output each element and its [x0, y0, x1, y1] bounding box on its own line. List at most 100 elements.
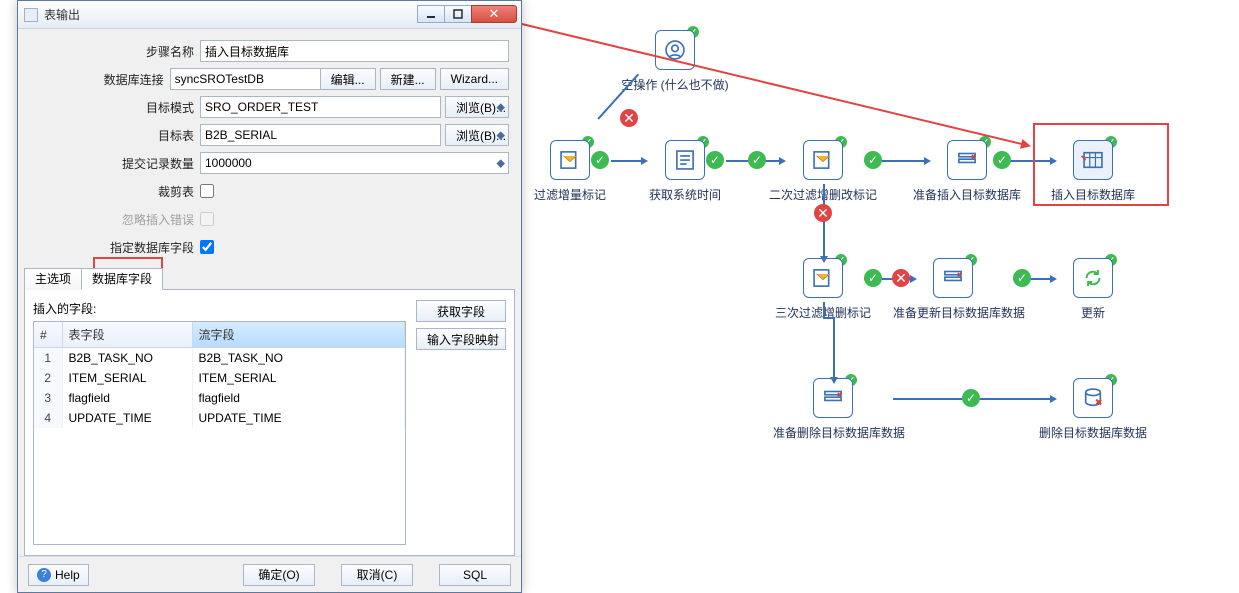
table-row[interactable]: 4UPDATE_TIMEUPDATE_TIME: [34, 408, 405, 428]
hop-ok-icon: ✓: [1013, 269, 1031, 287]
dialog-table-output: 表输出 ✕ 步骤名称 数据库连接 ▼ 编辑... 新建... Wizard...: [17, 0, 522, 593]
row-num: 2: [34, 368, 62, 388]
hop-ok-icon: ✓: [864, 151, 882, 169]
filter-icon: [550, 140, 590, 180]
script-icon: [665, 140, 705, 180]
arrow-right-icon: [910, 275, 917, 283]
cancel-button[interactable]: 取消(C): [341, 564, 413, 586]
input-mapping-button[interactable]: 输入字段映射: [416, 328, 506, 350]
row-num: 3: [34, 388, 62, 408]
node-label: 删除目标数据库数据: [1033, 424, 1153, 441]
schema-input[interactable]: [200, 96, 441, 118]
window-icon: [24, 8, 38, 22]
cell-stream-field[interactable]: flagfield: [192, 388, 405, 408]
arrow-down-icon: [820, 256, 828, 263]
label-truncate: 裁剪表: [30, 183, 200, 200]
window-title: 表输出: [44, 6, 412, 23]
connection-combo[interactable]: ▼: [170, 68, 316, 90]
close-button[interactable]: ✕: [471, 5, 517, 23]
spin-icon: ◆: [497, 129, 505, 142]
get-fields-button[interactable]: 获取字段: [416, 300, 506, 322]
node-label: 过滤增量标记: [510, 186, 630, 203]
label-step: 步骤名称: [30, 43, 200, 60]
ok-button[interactable]: 确定(O): [243, 564, 315, 586]
maximize-button[interactable]: [444, 5, 472, 23]
label-table: 目标表: [30, 127, 200, 144]
label-specify: 指定数据库字段: [30, 239, 200, 256]
node-label: 准备更新目标数据库数据: [893, 304, 1013, 321]
node-label: 获取系统时间: [625, 186, 745, 203]
edit-connection-button[interactable]: 编辑...: [320, 68, 376, 90]
label-commit: 提交记录数量: [30, 155, 200, 172]
help-label: Help: [55, 568, 80, 582]
filter-icon: [803, 258, 843, 298]
col-table-field[interactable]: 表字段: [62, 322, 192, 348]
help-icon: ?: [37, 568, 51, 582]
edge: [823, 302, 825, 317]
node-prep-update[interactable]: ✓ 准备更新目标数据库数据: [893, 258, 1013, 321]
label-schema: 目标模式: [30, 99, 200, 116]
spin-icon: ◆: [497, 101, 505, 114]
arrow-right-icon: [1050, 395, 1057, 403]
node-filter-inc[interactable]: ✓ 过滤增量标记: [510, 140, 630, 203]
table-row[interactable]: 3flagfieldflagfield: [34, 388, 405, 408]
node-gettime[interactable]: ✓ 获取系统时间: [625, 140, 745, 203]
edge: [823, 317, 834, 319]
row-num: 1: [34, 348, 62, 369]
node-prep-insert[interactable]: ✓ 准备插入目标数据库: [907, 140, 1027, 203]
new-connection-button[interactable]: 新建...: [380, 68, 436, 90]
row-num: 4: [34, 408, 62, 428]
connection-value[interactable]: [170, 68, 334, 90]
hop-err-icon: ✕: [892, 269, 910, 287]
fields-grid[interactable]: # 表字段 流字段 1B2B_TASK_NOB2B_TASK_NO2ITEM_S…: [33, 321, 406, 545]
tab-db-fields[interactable]: 数据库字段: [81, 268, 163, 290]
node-label: 准备删除目标数据库数据: [773, 424, 893, 441]
cell-stream-field[interactable]: UPDATE_TIME: [192, 408, 405, 428]
commit-size-input[interactable]: [200, 152, 509, 174]
node-label: 更新: [1033, 304, 1153, 321]
label-ignore: 忽略插入错误: [30, 211, 200, 228]
hop-ok-icon: ✓: [864, 269, 882, 287]
node-delete[interactable]: ✓ 删除目标数据库数据: [1033, 378, 1153, 441]
cell-table-field[interactable]: UPDATE_TIME: [62, 408, 192, 428]
cell-table-field[interactable]: ITEM_SERIAL: [62, 368, 192, 388]
update-icon: [1073, 258, 1113, 298]
cell-stream-field[interactable]: ITEM_SERIAL: [192, 368, 405, 388]
db-prep-icon: [813, 378, 853, 418]
edge: [611, 160, 641, 162]
table-input[interactable]: [200, 124, 441, 146]
col-num[interactable]: #: [34, 322, 62, 348]
tab-main[interactable]: 主选项: [24, 268, 82, 290]
arrow-right-icon: [641, 157, 648, 165]
hop-ok-icon: ✓: [591, 151, 609, 169]
ignore-checkbox: [200, 212, 214, 226]
wizard-button[interactable]: Wizard...: [440, 68, 509, 90]
filter-icon: [803, 140, 843, 180]
node-label: 准备插入目标数据库: [907, 186, 1027, 203]
hop-err-icon: ✕: [620, 109, 638, 127]
cell-table-field[interactable]: flagfield: [62, 388, 192, 408]
node-prep-delete[interactable]: ✓ 准备删除目标数据库数据: [773, 378, 893, 441]
help-button[interactable]: ? Help: [28, 564, 89, 586]
titlebar[interactable]: 表输出 ✕: [18, 1, 521, 29]
table-row[interactable]: 1B2B_TASK_NOB2B_TASK_NO: [34, 348, 405, 369]
specify-fields-checkbox[interactable]: [200, 240, 214, 254]
arrow-right-icon: [924, 157, 931, 165]
grid-caption: 插入的字段:: [33, 300, 406, 317]
arrow-right-icon: [1050, 275, 1057, 283]
step-name-input[interactable]: [200, 40, 509, 62]
hop-ok-icon: ✓: [993, 151, 1011, 169]
cell-stream-field[interactable]: B2B_TASK_NO: [192, 348, 405, 369]
table-row[interactable]: 2ITEM_SERIALITEM_SERIAL: [34, 368, 405, 388]
minimize-button[interactable]: [417, 5, 445, 23]
node-update[interactable]: ✓ 更新: [1033, 258, 1153, 321]
cell-table-field[interactable]: B2B_TASK_NO: [62, 348, 192, 369]
db-prep-icon: [933, 258, 973, 298]
edge: [833, 317, 835, 377]
arrow-right-icon: [779, 157, 786, 165]
truncate-checkbox[interactable]: [200, 184, 214, 198]
arrow-down-icon: [830, 377, 838, 384]
col-stream-field[interactable]: 流字段: [192, 322, 405, 348]
sql-button[interactable]: SQL: [439, 564, 511, 586]
selection-rect: [1033, 123, 1169, 206]
